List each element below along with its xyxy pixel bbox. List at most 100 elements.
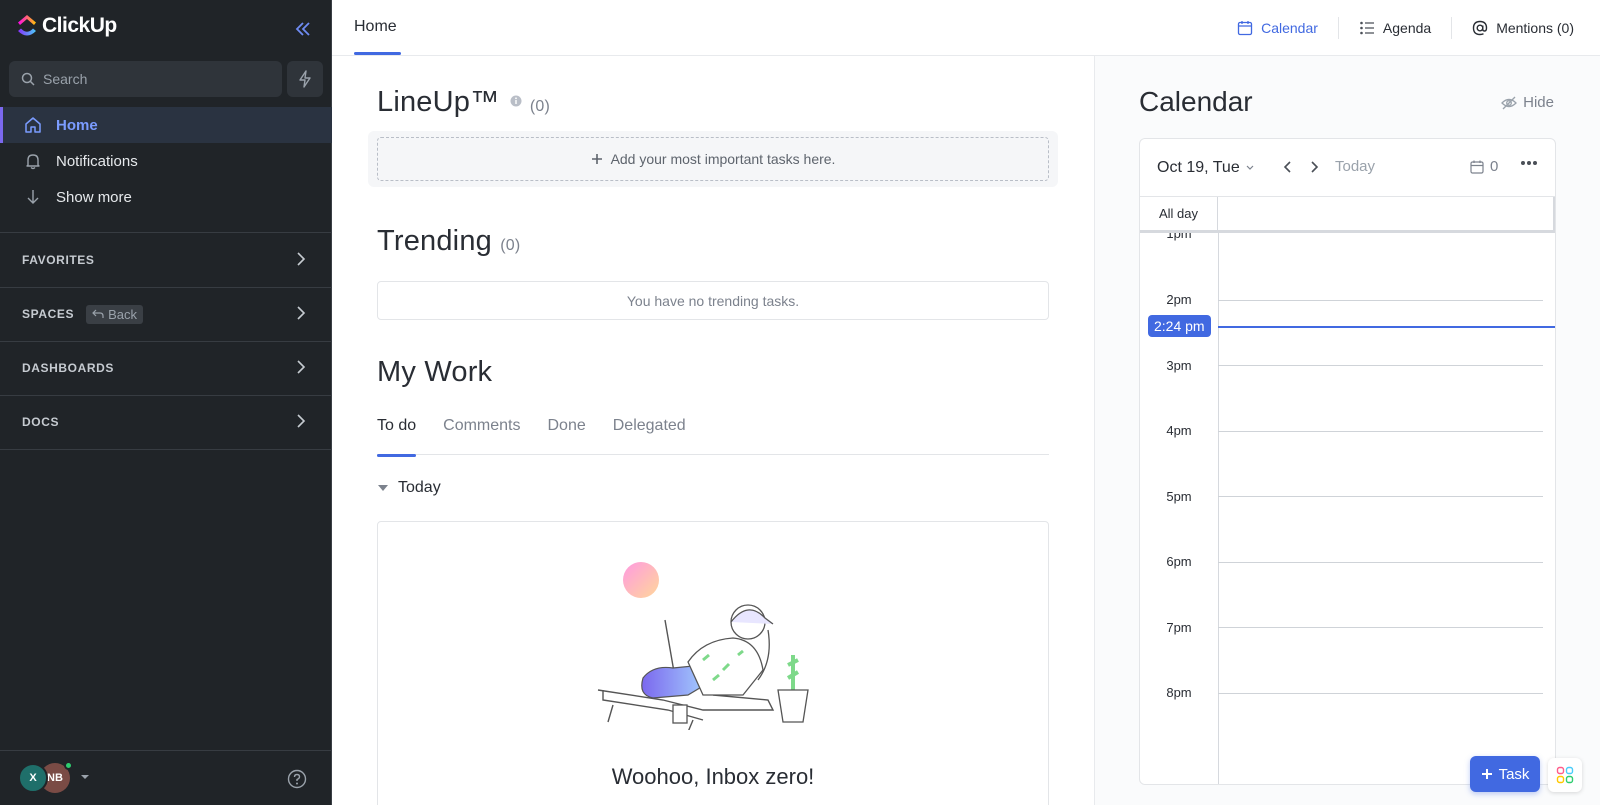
- home-icon: [25, 117, 41, 133]
- help-icon[interactable]: [287, 769, 307, 789]
- calendar-header: Oct 19, Tue Today 0: [1140, 139, 1555, 197]
- day-calendar: Oct 19, Tue Today 0 All day 1pm 2pm 2:24…: [1139, 138, 1556, 785]
- list-icon: [1360, 21, 1374, 35]
- more-options-icon[interactable]: [1520, 160, 1538, 166]
- all-day-label: All day: [1140, 197, 1218, 230]
- today-button[interactable]: Today: [1335, 158, 1375, 175]
- time-grid[interactable]: 1pm 2pm 2:24 pm 3pm 4pm 5pm 6pm 7pm 8pm: [1140, 233, 1555, 784]
- lineup-heading: LineUp™ (0): [377, 86, 550, 119]
- agenda-toggle-button[interactable]: Agenda: [1339, 17, 1453, 39]
- brand-name: ClickUp: [42, 14, 117, 37]
- current-time-line: [1218, 326, 1555, 328]
- calendar-panel: Calendar Hide Oct 19, Tue Today 0 All da…: [1094, 56, 1600, 805]
- tab-comments[interactable]: Comments: [443, 417, 520, 455]
- hour-label: 5pm: [1166, 489, 1192, 504]
- lineup-dropzone: Add your most important tasks here.: [368, 131, 1058, 187]
- collapse-sidebar-button[interactable]: [292, 18, 314, 40]
- add-lineup-task-button[interactable]: Add your most important tasks here.: [377, 137, 1049, 181]
- lightning-icon: [299, 70, 311, 88]
- hour-line: [1218, 693, 1543, 694]
- back-chip[interactable]: Back: [86, 304, 143, 324]
- calendar-icon: [1470, 160, 1484, 174]
- active-tab-indicator: [354, 52, 401, 55]
- all-day-slot[interactable]: [1218, 197, 1555, 230]
- hour-label: 7pm: [1166, 620, 1192, 635]
- time-column-border: [1218, 233, 1219, 784]
- today-group-toggle[interactable]: Today: [378, 479, 441, 497]
- chevron-left-icon[interactable]: [1282, 159, 1294, 175]
- hour-label: 6pm: [1166, 554, 1192, 569]
- hour-line: [1218, 300, 1543, 301]
- chevron-down-icon: [1246, 165, 1254, 170]
- tab-done[interactable]: Done: [548, 417, 586, 455]
- search-box[interactable]: [9, 61, 282, 97]
- quick-actions-button[interactable]: [287, 61, 323, 97]
- clickup-logo-icon: [18, 15, 36, 36]
- calendar-toggle-button[interactable]: Calendar: [1237, 17, 1339, 39]
- sidebar-item-label: Notifications: [56, 152, 138, 170]
- search-icon: [21, 72, 35, 86]
- undo-arrow-icon: [92, 309, 104, 318]
- tab-to-do[interactable]: To do: [377, 417, 417, 457]
- plus-icon: [591, 154, 602, 164]
- sidebar: ClickUp Home Notifications: [0, 0, 332, 805]
- hour-line: [1218, 562, 1543, 563]
- hide-calendar-button[interactable]: Hide: [1501, 94, 1554, 111]
- date-picker[interactable]: Oct 19, Tue: [1157, 159, 1254, 177]
- selected-date: Oct 19, Tue: [1157, 158, 1240, 176]
- apps-button[interactable]: [1548, 758, 1582, 792]
- chevron-right-icon: [297, 306, 306, 320]
- search-input[interactable]: [43, 71, 263, 87]
- sidebar-section-docs[interactable]: DOCS: [0, 395, 332, 449]
- section-label: DOCS: [22, 415, 60, 429]
- trending-heading: Trending (0): [377, 225, 520, 258]
- trending-empty-text: You have no trending tasks.: [626, 292, 800, 309]
- double-chevron-left-icon: [295, 22, 310, 36]
- today-group-label: Today: [398, 479, 441, 496]
- tab-delegated[interactable]: Delegated: [613, 417, 686, 455]
- sidebar-nav: Home Notifications Show more: [0, 107, 332, 215]
- arrow-down-icon: [27, 190, 39, 204]
- chevron-right-icon[interactable]: [1308, 159, 1320, 175]
- sidebar-item-home[interactable]: Home: [0, 107, 332, 143]
- hour-label: 8pm: [1166, 685, 1192, 700]
- hour-label: 2pm: [1166, 292, 1192, 307]
- chevron-right-icon: [297, 252, 306, 266]
- trending-empty-state: You have no trending tasks.: [377, 281, 1049, 320]
- new-task-button[interactable]: Task: [1470, 756, 1540, 792]
- info-icon[interactable]: [510, 95, 522, 107]
- at-sign-icon: [1472, 20, 1488, 36]
- new-task-label: Task: [1498, 765, 1530, 783]
- caret-down-icon[interactable]: [80, 774, 90, 780]
- hour-line: [1218, 496, 1543, 497]
- clickup-logo[interactable]: ClickUp: [16, 14, 117, 38]
- my-work-heading: My Work: [377, 356, 492, 389]
- lineup-count: (0): [529, 98, 550, 115]
- sidebar-item-show-more[interactable]: Show more: [0, 179, 332, 215]
- eye-off-icon: [1501, 96, 1518, 109]
- caret-down-icon: [378, 485, 388, 491]
- events-count[interactable]: 0: [1470, 158, 1498, 175]
- sidebar-section-spaces[interactable]: SPACES Back: [0, 287, 332, 341]
- hour-label: 1pm: [1166, 233, 1192, 241]
- sidebar-item-label: Home: [56, 116, 98, 134]
- chevron-right-icon: [297, 414, 306, 428]
- trending-count: (0): [500, 237, 521, 254]
- divider: [0, 449, 332, 450]
- all-day-row: All day: [1140, 197, 1555, 233]
- bell-icon: [26, 154, 40, 170]
- hour-line: [1218, 365, 1543, 366]
- sidebar-section-dashboards[interactable]: DASHBOARDS: [0, 341, 332, 395]
- sidebar-item-notifications[interactable]: Notifications: [0, 143, 332, 179]
- my-work-tabs: To do Comments Done Delegated: [377, 417, 1049, 457]
- lineup-title: LineUp™: [377, 86, 500, 118]
- date-nav: [1282, 159, 1320, 175]
- trending-title: Trending: [377, 225, 492, 257]
- calendar-icon: [1237, 21, 1253, 36]
- hour-label: 4pm: [1166, 423, 1192, 438]
- tab-home[interactable]: Home: [354, 18, 397, 36]
- avatar[interactable]: X: [18, 763, 48, 793]
- sidebar-section-favorites[interactable]: FAVORITES: [0, 233, 332, 287]
- mentions-toggle-button[interactable]: Mentions (0): [1452, 17, 1574, 39]
- hour-label: 3pm: [1166, 358, 1192, 373]
